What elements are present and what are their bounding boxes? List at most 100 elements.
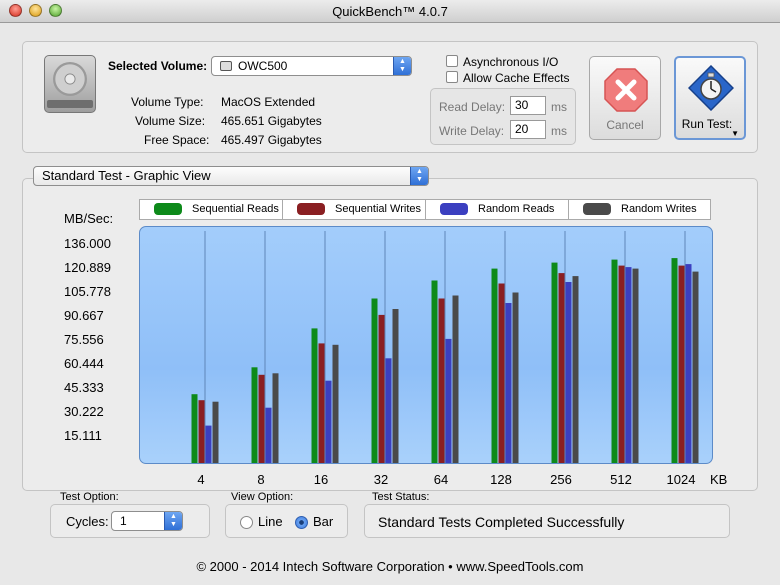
x-tick-label: 32 [373,472,389,487]
test-status-label: Test Status: [372,491,430,503]
cache-effects-checkbox[interactable] [446,71,458,83]
legend-swatch-random-reads [440,203,468,215]
cache-effects-label: Allow Cache Effects [463,71,570,85]
cycles-value: 1 [120,514,127,528]
bar-sequential-reads-64 [431,280,438,463]
bar-random-reads-128 [505,303,512,463]
bar-chart [191,231,699,463]
bar-random-writes-8 [272,373,279,463]
chevron-updown-icon: ▲ ▼ [164,512,182,530]
cycles-stepper[interactable]: 1 ▲ ▼ [111,511,183,531]
bar-random-writes-16 [332,344,339,463]
window-title: QuickBench™ 4.0.7 [332,4,448,19]
bar-random-reads-16 [325,380,332,463]
bar-random-writes-32 [392,309,399,463]
volume-type-value: MacOS Extended [221,95,316,109]
cycles-label: Cycles: [66,514,109,529]
read-delay-input[interactable]: 30 [510,96,546,115]
test-status-value: Standard Tests Completed Successfully [378,514,625,530]
legend-item-random-reads: Random Reads [426,200,569,219]
y-tick-label: 105.778 [64,284,111,299]
volume-select-value: OWC500 [238,59,288,73]
test-view-select[interactable]: Standard Test - Graphic View ▲ ▼ [33,166,429,186]
run-test-button[interactable]: Run Test: ▼ [674,56,746,140]
bar-sequential-writes-4 [198,400,205,463]
legend-item-sequential-reads: Sequential Reads [140,200,283,219]
y-tick-label: 30.222 [64,404,104,419]
bar-sequential-writes-64 [438,298,445,463]
y-tick-label: 136.000 [64,236,111,251]
chevron-updown-icon: ▲ ▼ [393,57,411,75]
bar-random-writes-512 [632,268,639,463]
y-tick-label: 90.667 [64,308,104,323]
legend-swatch-random-writes [583,203,611,215]
chart-legend: Sequential Reads Sequential Writes Rando… [139,199,711,220]
x-tick-label: 128 [490,472,512,487]
legend-label-sequential-writes: Sequential Writes [335,203,422,215]
volume-type-label: Volume Type: [131,95,204,109]
bar-random-reads-1024 [685,264,692,463]
read-delay-unit: ms [551,100,567,114]
chart-plot-area [139,226,713,464]
x-tick-label: 256 [550,472,572,487]
title-bar: QuickBench™ 4.0.7 [0,0,780,23]
selected-volume-label: Selected Volume: [108,59,208,73]
legend-item-random-writes: Random Writes [569,200,710,219]
x-axis-unit: KB [710,472,728,487]
x-tick-label: 512 [610,472,632,487]
cancel-button[interactable]: Cancel [589,56,661,140]
write-delay-unit: ms [551,124,567,138]
volume-size-label: Volume Size: [135,114,206,128]
bar-sequential-reads-16 [311,328,318,463]
y-tick-label: 75.556 [64,332,104,347]
run-test-label: Run Test: [681,117,733,131]
bar-sequential-reads-512 [611,259,618,463]
volume-select[interactable]: OWC500 ▲ ▼ [211,56,412,76]
bar-sequential-writes-512 [618,265,625,463]
view-bar-radio[interactable] [295,516,308,529]
free-space-label: Free Space: [144,133,210,147]
hard-drive-icon [44,55,96,113]
view-bar-label: Bar [313,514,334,529]
cancel-button-label: Cancel [606,118,644,132]
bar-sequential-writes-256 [558,273,565,463]
x-tick-label: 16 [313,472,329,487]
footer-copyright: © 2000 - 2014 Intech Software Corporatio… [196,559,584,574]
bar-sequential-reads-32 [371,298,378,463]
bar-sequential-writes-16 [318,343,325,463]
bar-sequential-reads-8 [251,367,258,463]
test-view-value: Standard Test - Graphic View [42,168,211,183]
test-option-label: Test Option: [60,491,119,503]
legend-label-sequential-reads: Sequential Reads [192,203,279,215]
y-axis-label: MB/Sec: [64,211,114,226]
volume-icon [220,61,232,71]
x-tick-label: 64 [433,472,449,487]
x-tick-label: 8 [257,472,265,487]
legend-label-random-reads: Random Reads [478,203,555,215]
legend-swatch-sequential-reads [154,203,182,215]
y-tick-label: 60.444 [64,356,104,371]
volume-size-value: 465.651 Gigabytes [221,114,322,128]
x-tick-label: 1024 [666,472,696,487]
async-io-checkbox[interactable] [446,55,458,67]
bar-random-reads-8 [265,407,272,463]
dropdown-arrow-icon: ▼ [731,129,739,138]
bar-random-reads-512 [625,267,632,463]
bar-sequential-reads-256 [551,262,558,463]
bar-sequential-reads-1024 [671,258,678,463]
bar-sequential-reads-4 [191,394,198,463]
chevron-updown-icon: ▲ ▼ [410,167,428,185]
view-line-radio[interactable] [240,516,253,529]
bar-random-reads-64 [445,338,452,463]
write-delay-label: Write Delay: [439,124,505,138]
bar-random-reads-32 [385,358,392,463]
y-tick-label: 15.111 [64,428,102,443]
bar-random-writes-256 [572,276,579,463]
bar-random-reads-256 [565,282,572,463]
bar-random-writes-64 [452,295,459,463]
y-tick-label: 120.889 [64,260,111,275]
bar-random-writes-1024 [692,271,699,463]
bar-sequential-writes-32 [378,314,385,463]
write-delay-input[interactable]: 20 [510,120,546,139]
bar-sequential-writes-128 [498,283,505,463]
